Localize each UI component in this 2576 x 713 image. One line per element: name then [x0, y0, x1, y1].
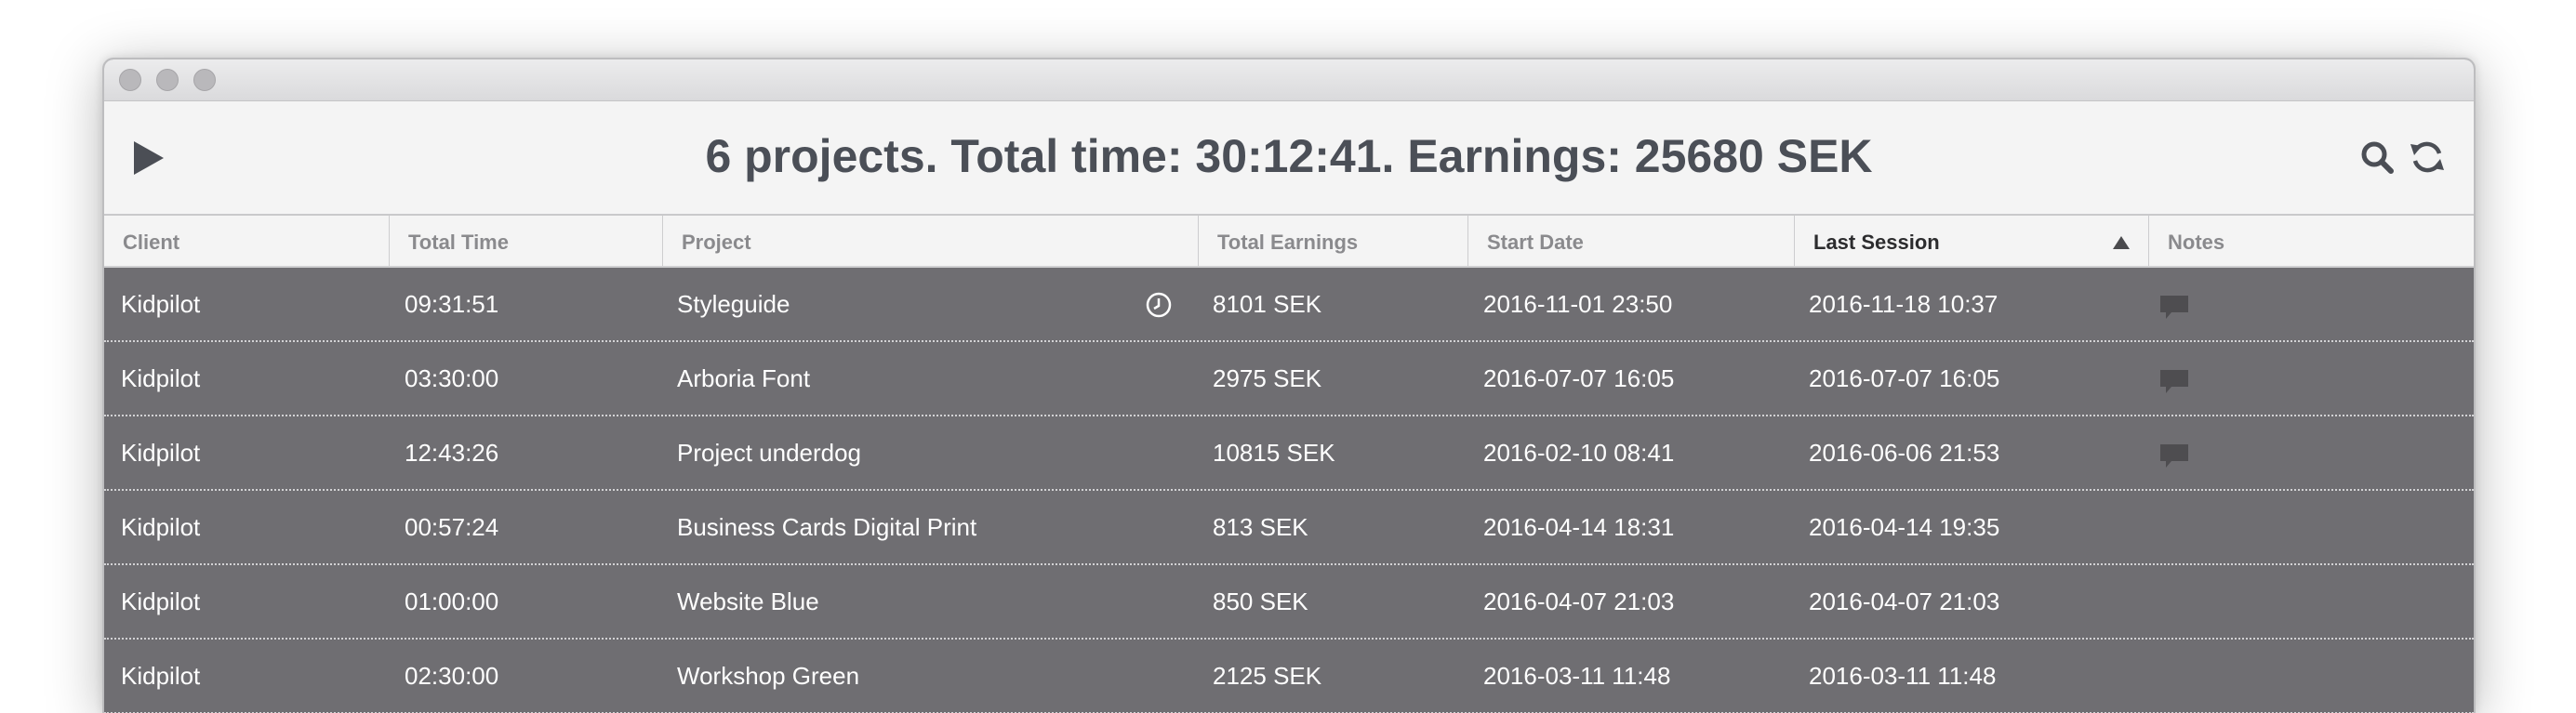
sort-ascending-icon: [2113, 236, 2130, 249]
cell-start-date: 2016-03-11 11:48: [1483, 662, 1671, 690]
cell-start-date: 2016-02-10 08:41: [1483, 439, 1675, 467]
search-icon[interactable]: [2358, 139, 2396, 176]
close-window-button[interactable]: [119, 69, 141, 91]
cell-total-time: 12:43:26: [405, 439, 499, 467]
cell-total-earnings: 2125 SEK: [1213, 662, 1322, 690]
cell-project: Arboria Font: [677, 364, 811, 392]
cell-total-time: 01:00:00: [405, 588, 499, 615]
cell-project: Business Cards Digital Print: [677, 513, 977, 541]
project-table-body: Kidpilot 09:31:51 Styleguide 8101 SEK 20…: [104, 268, 2474, 713]
column-header-project[interactable]: Project: [663, 216, 1199, 266]
clock-icon[interactable]: [1146, 292, 1172, 318]
cell-total-time: 03:30:00: [405, 364, 499, 392]
app-window: 6 projects. Total time: 30:12:41. Earnin…: [102, 58, 2476, 713]
cell-project: Styleguide: [677, 290, 790, 318]
summary-title: 6 projects. Total time: 30:12:41. Earnin…: [705, 130, 1873, 182]
column-header-last-session-label: Last Session: [1813, 231, 1940, 254]
cell-total-earnings: 850 SEK: [1213, 588, 1308, 615]
note-icon[interactable]: [2159, 443, 2189, 469]
column-header-client[interactable]: Client: [104, 216, 390, 266]
cell-total-time: 09:31:51: [405, 290, 499, 318]
cell-project: Project underdog: [677, 439, 862, 467]
cell-total-time: 00:57:24: [405, 513, 499, 541]
cell-total-earnings: 10815 SEK: [1213, 439, 1335, 467]
column-header-last-session[interactable]: Last Session: [1795, 216, 2149, 266]
cell-client: Kidpilot: [121, 364, 201, 392]
cell-start-date: 2016-11-01 23:50: [1483, 290, 1673, 318]
cell-client: Kidpilot: [121, 290, 201, 318]
cell-total-earnings: 2975 SEK: [1213, 364, 1322, 392]
cell-client: Kidpilot: [121, 662, 201, 690]
note-icon[interactable]: [2159, 295, 2189, 321]
cell-client: Kidpilot: [121, 588, 201, 615]
cell-total-earnings: 8101 SEK: [1213, 290, 1322, 318]
table-row[interactable]: Kidpilot 03:30:00 Arboria Font 2975 SEK …: [104, 342, 2474, 416]
zoom-window-button[interactable]: [193, 69, 216, 91]
cell-last-session: 2016-06-06 21:53: [1809, 439, 2000, 467]
table-header: Client Total Time Project Total Earnings…: [104, 216, 2474, 268]
cell-start-date: 2016-07-07 16:05: [1483, 364, 1675, 392]
cell-project: Workshop Green: [677, 662, 860, 690]
cell-last-session: 2016-04-14 19:35: [1809, 513, 2000, 541]
column-header-start-date[interactable]: Start Date: [1468, 216, 1795, 266]
cell-last-session: 2016-11-18 10:37: [1809, 290, 1998, 318]
cell-client: Kidpilot: [121, 513, 201, 541]
title-bar[interactable]: [104, 59, 2474, 101]
cell-last-session: 2016-03-11 11:48: [1809, 662, 1997, 690]
cell-last-session: 2016-07-07 16:05: [1809, 364, 2000, 392]
table-row[interactable]: Kidpilot 02:30:00 Workshop Green 2125 SE…: [104, 640, 2474, 713]
table-row[interactable]: Kidpilot 12:43:26 Project underdog 10815…: [104, 416, 2474, 491]
note-icon[interactable]: [2159, 369, 2189, 395]
minimize-window-button[interactable]: [156, 69, 179, 91]
table-row[interactable]: Kidpilot 00:57:24 Business Cards Digital…: [104, 491, 2474, 565]
cell-start-date: 2016-04-07 21:03: [1483, 588, 1675, 615]
refresh-icon[interactable]: [2409, 139, 2446, 176]
table-row[interactable]: Kidpilot 01:00:00 Website Blue 850 SEK 2…: [104, 565, 2474, 640]
cell-last-session: 2016-04-07 21:03: [1809, 588, 2000, 615]
cell-project: Website Blue: [677, 588, 819, 615]
table-row[interactable]: Kidpilot 09:31:51 Styleguide 8101 SEK 20…: [104, 268, 2474, 342]
cell-start-date: 2016-04-14 18:31: [1483, 513, 1675, 541]
cell-total-time: 02:30:00: [405, 662, 499, 690]
toolbar: 6 projects. Total time: 30:12:41. Earnin…: [104, 101, 2474, 216]
cell-client: Kidpilot: [121, 439, 201, 467]
cell-total-earnings: 813 SEK: [1213, 513, 1308, 541]
column-header-notes[interactable]: Notes: [2149, 216, 2474, 266]
column-header-total-earnings[interactable]: Total Earnings: [1199, 216, 1468, 266]
column-header-total-time[interactable]: Total Time: [390, 216, 663, 266]
